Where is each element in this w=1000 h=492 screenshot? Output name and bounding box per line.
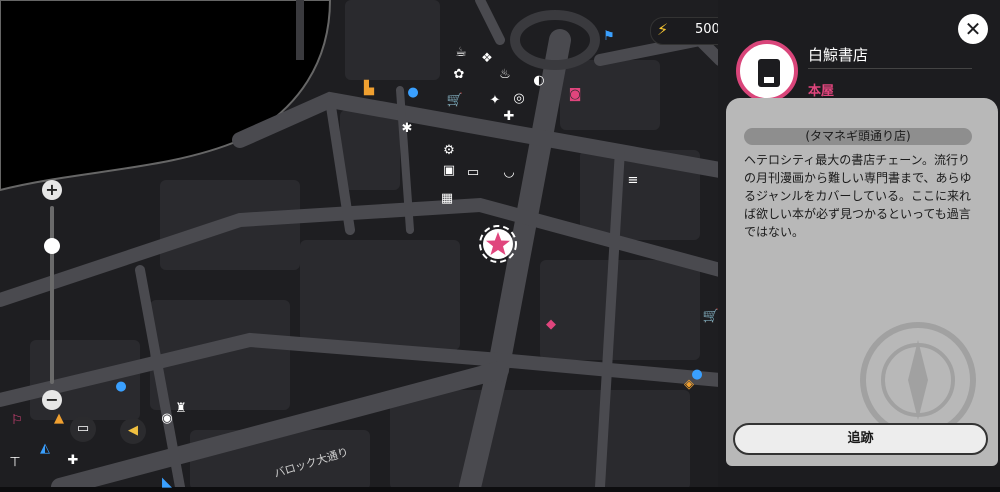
track-button[interactable]: 追跡 xyxy=(733,423,988,455)
lightning-crystal-icon: ⚡ xyxy=(657,20,669,39)
close-button[interactable]: ✕ xyxy=(958,14,988,44)
cake-icon[interactable]: ♨ xyxy=(496,66,514,84)
pet-icon[interactable]: ✱ xyxy=(398,120,416,138)
flower-icon[interactable]: ✿ xyxy=(450,66,468,84)
travel-icon[interactable]: ◭ xyxy=(36,440,54,458)
shop-icon[interactable]: ❖ xyxy=(478,50,496,68)
pink-shop-icon[interactable]: ◙ xyxy=(566,86,584,104)
arcade-icon[interactable]: ▦ xyxy=(438,190,456,208)
hotel-icon[interactable]: ⚑ xyxy=(600,28,618,46)
horn-icon[interactable]: ◀ xyxy=(120,418,146,444)
police-icon-3[interactable]: ● xyxy=(112,378,130,396)
shop-description: ヘテロシティ最大の書店チェーン。流行りの月刊漫画から難しい専門書まで、あらゆるジ… xyxy=(744,153,972,239)
tower-icon[interactable]: ⚐ xyxy=(8,412,26,430)
building-icon[interactable]: ▙ xyxy=(360,80,378,98)
compass-watermark-icon xyxy=(860,322,976,438)
shop-subtitle: (タマネギ頭通り店) xyxy=(744,128,972,145)
police-icon-2[interactable]: ● xyxy=(688,366,706,384)
zoom-slider-knob[interactable] xyxy=(44,238,60,254)
cat-icon[interactable]: ▲ xyxy=(50,410,68,428)
camera-icon[interactable]: ◉ xyxy=(158,410,176,428)
bike-icon[interactable]: ⚙ xyxy=(440,142,458,160)
tv-badge-icon[interactable]: ▭ xyxy=(70,416,96,442)
divider xyxy=(808,68,972,69)
police-icon[interactable]: ● xyxy=(404,84,422,102)
selected-location-marker[interactable] xyxy=(478,224,518,264)
shop-type: 本屋 xyxy=(808,84,835,99)
book-icon xyxy=(736,40,798,102)
hospital-icon[interactable]: ✚ xyxy=(500,108,518,126)
shop-name: 白鯨書店 xyxy=(808,46,869,64)
zoom-out-button[interactable]: − xyxy=(42,390,62,410)
zoom-in-button[interactable]: + xyxy=(42,180,62,200)
pink-diamond-icon[interactable]: ◆ xyxy=(542,316,560,334)
burger-icon[interactable]: ≡ xyxy=(624,172,642,190)
laundry-icon[interactable]: ▣ xyxy=(440,162,458,180)
food-icon[interactable]: ◎ xyxy=(510,90,528,108)
cafe-icon[interactable]: ☕ xyxy=(452,44,470,62)
cart-icon[interactable]: 🛒 xyxy=(446,92,464,110)
noodle-icon[interactable]: ◡ xyxy=(500,164,518,182)
zoom-track[interactable] xyxy=(50,206,54,384)
zoom-control: + − xyxy=(40,180,64,410)
sign-icon[interactable]: ⊤ xyxy=(6,454,24,472)
currency-value: 500 xyxy=(695,22,720,37)
pizza-icon[interactable]: ◐ xyxy=(530,72,548,90)
tv-icon[interactable]: ▭ xyxy=(464,164,482,182)
blue-marker-icon[interactable]: ◣ xyxy=(158,474,176,492)
hospital-icon-2[interactable]: ✚ xyxy=(64,452,82,470)
